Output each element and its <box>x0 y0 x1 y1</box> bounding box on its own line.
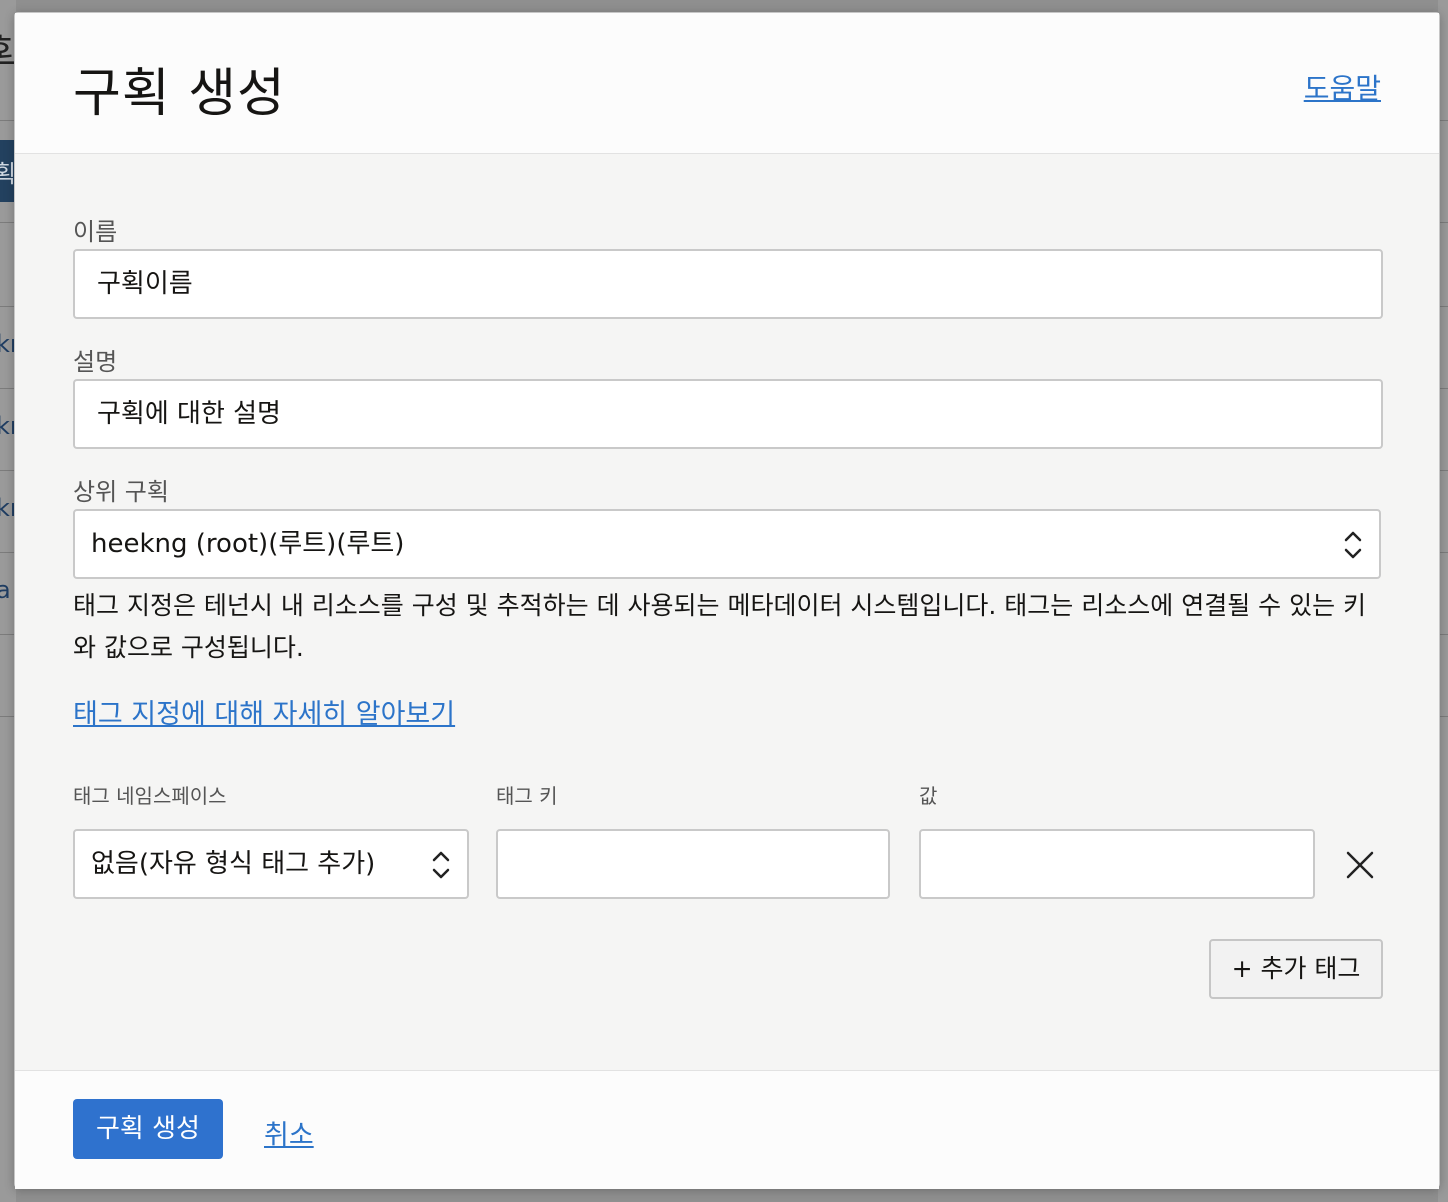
close-icon[interactable] <box>1345 850 1375 880</box>
dialog-header: 구획 생성 도움말 <box>15 13 1439 154</box>
dialog-body: 이름 구획이름 설명 구획에 대한 설명 상위 구획 heekng (root)… <box>15 154 1439 1070</box>
name-input[interactable]: 구획이름 <box>73 249 1383 319</box>
cancel-link[interactable]: 취소 <box>264 1113 314 1152</box>
dialog-footer: 구획 생성 취소 <box>15 1070 1439 1189</box>
help-link[interactable]: 도움말 <box>1304 67 1381 107</box>
chevron-up-down-icon <box>432 851 450 879</box>
tag-key-input[interactable] <box>496 829 890 899</box>
create-compartment-dialog: 구획 생성 도움말 이름 구획이름 설명 구획에 대한 설명 상위 구획 hee… <box>14 12 1440 1189</box>
learn-more-tagging-link[interactable]: 태그 지정에 대해 자세히 알아보기 <box>73 692 455 731</box>
description-label: 설명 <box>73 348 118 376</box>
add-tag-button[interactable]: + 추가 태그 <box>1209 939 1383 999</box>
parent-compartment-value: heekng (root)(루트)(루트) <box>91 529 405 559</box>
tag-value-input[interactable] <box>919 829 1315 899</box>
parent-compartment-label: 상위 구획 <box>73 478 169 506</box>
background-link-fragment: a <box>0 576 11 604</box>
tag-value-label: 값 <box>919 784 938 808</box>
tagging-info-text: 태그 지정은 테넌시 내 리소스를 구성 및 추적하는 데 사용되는 메타데이터… <box>73 591 1367 662</box>
description-input[interactable]: 구획에 대한 설명 <box>73 379 1383 449</box>
chevron-up-down-icon <box>1344 531 1362 559</box>
create-compartment-button[interactable]: 구획 생성 <box>73 1099 223 1159</box>
tag-namespace-select[interactable]: 없음(자유 형식 태그 추가) <box>73 829 469 899</box>
name-label: 이름 <box>73 218 118 246</box>
tag-key-label: 태그 키 <box>496 784 558 808</box>
tag-namespace-value: 없음(자유 형식 태그 추가) <box>91 849 376 879</box>
parent-compartment-select[interactable]: heekng (root)(루트)(루트) <box>73 509 1381 579</box>
dialog-title: 구획 생성 <box>73 64 286 124</box>
tag-namespace-label: 태그 네임스페이스 <box>73 784 227 808</box>
